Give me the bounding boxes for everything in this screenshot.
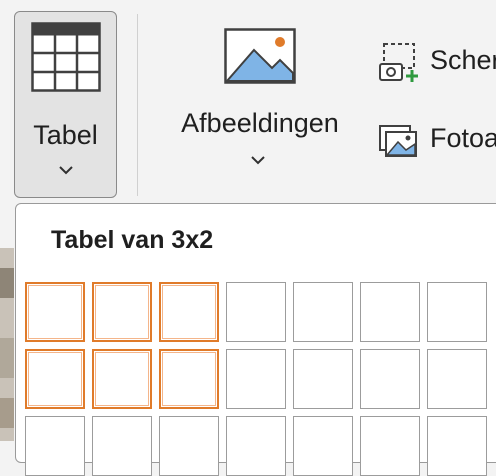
table-grid-icon bbox=[31, 22, 101, 97]
table-size-cell[interactable] bbox=[293, 349, 353, 409]
chevron-down-icon bbox=[58, 162, 74, 180]
table-size-cell[interactable] bbox=[293, 282, 353, 342]
table-size-cell[interactable] bbox=[25, 282, 85, 342]
insert-table-dropdown: Tabel van 3x2 bbox=[15, 203, 496, 476]
table-size-cell[interactable] bbox=[92, 282, 152, 342]
photo-album-icon bbox=[378, 120, 420, 167]
table-size-cell[interactable] bbox=[159, 416, 219, 476]
table-size-cell[interactable] bbox=[360, 416, 420, 476]
table-size-cell[interactable] bbox=[427, 282, 487, 342]
table-size-cell[interactable] bbox=[159, 349, 219, 409]
table-size-cell[interactable] bbox=[226, 282, 286, 342]
table-size-cell[interactable] bbox=[226, 349, 286, 409]
screenshot-icon bbox=[378, 42, 420, 89]
screenshot-button-label: Scher bbox=[430, 45, 496, 75]
table-size-title: Tabel van 3x2 bbox=[51, 226, 214, 254]
table-size-cell[interactable] bbox=[427, 416, 487, 476]
ribbon-insert-group: Tabel Afbeeldingen Scher Fotoa Tabel van… bbox=[0, 0, 496, 476]
table-size-cell[interactable] bbox=[427, 349, 487, 409]
table-size-cell[interactable] bbox=[360, 282, 420, 342]
table-size-cell[interactable] bbox=[226, 416, 286, 476]
photo-album-button-label: Fotoa bbox=[430, 123, 496, 153]
ribbon-separator bbox=[137, 14, 138, 196]
table-size-cell[interactable] bbox=[159, 282, 219, 342]
table-button-label: Tabel bbox=[33, 120, 98, 150]
table-size-cell[interactable] bbox=[25, 349, 85, 409]
table-button[interactable]: Tabel bbox=[14, 11, 117, 198]
table-size-cell[interactable] bbox=[360, 349, 420, 409]
screenshot-button[interactable]: Scher bbox=[378, 38, 496, 88]
chevron-down-icon bbox=[250, 152, 266, 170]
table-size-cell[interactable] bbox=[25, 416, 85, 476]
images-button[interactable]: Afbeeldingen bbox=[160, 18, 360, 188]
table-size-cell[interactable] bbox=[293, 416, 353, 476]
table-size-cell[interactable] bbox=[92, 416, 152, 476]
picture-icon bbox=[224, 28, 296, 89]
images-button-label: Afbeeldingen bbox=[181, 108, 339, 138]
document-edge bbox=[0, 248, 14, 441]
table-size-cell[interactable] bbox=[92, 349, 152, 409]
photo-album-button[interactable]: Fotoa bbox=[378, 116, 496, 166]
